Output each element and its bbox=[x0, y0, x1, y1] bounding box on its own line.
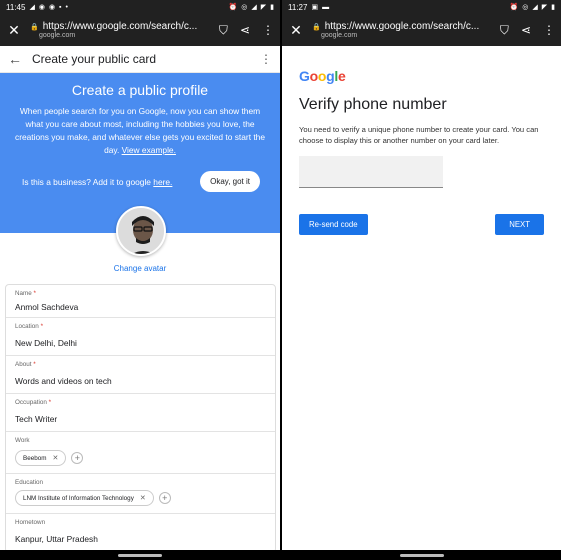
hometown-value: Kanpur, Uttar Pradesh bbox=[15, 534, 98, 544]
resend-code-button[interactable]: Re-send code bbox=[299, 214, 368, 235]
url-text: https://www.google.com/search/c... bbox=[42, 21, 198, 32]
profile-form: Name * Anmol Sachdeva Location * New Del… bbox=[5, 284, 276, 553]
work-field: Work Beebom ✕ + bbox=[6, 432, 275, 474]
remove-icon[interactable]: ✕ bbox=[52, 454, 58, 462]
name-field[interactable]: Name * Anmol Sachdeva bbox=[6, 285, 275, 318]
verify-title: Verify phone number bbox=[299, 96, 447, 113]
more-vert-icon[interactable]: ⋮ bbox=[260, 52, 272, 66]
url-bar[interactable]: 🔒 https://www.google.com/search/c... goo… bbox=[30, 21, 219, 39]
close-icon[interactable]: ✕ bbox=[6, 22, 22, 39]
field-label: Name bbox=[15, 290, 32, 297]
url-host: google.com bbox=[321, 32, 358, 39]
bookmark-icon[interactable]: ⛉ bbox=[219, 23, 228, 38]
status-bar: 11:27 ▣ ▬ ⏰ ◎ ◢ ◤ ▮ bbox=[282, 0, 561, 14]
home-gesture-pill[interactable] bbox=[118, 554, 162, 557]
browser-toolbar: ✕ 🔒 https://www.google.com/search/c... g… bbox=[282, 14, 561, 46]
phone-number-input[interactable] bbox=[299, 156, 443, 188]
status-time: 11:27 bbox=[288, 2, 308, 12]
browser-toolbar: ✕ 🔒 https://www.google.com/search/c... g… bbox=[0, 14, 280, 46]
notification-icon: ▣ bbox=[311, 4, 319, 11]
education-field: Education LNM Institute of Information T… bbox=[6, 474, 275, 514]
eye-icon: ◎ bbox=[241, 4, 248, 11]
about-field[interactable]: About * Words and videos on tech bbox=[6, 356, 275, 394]
occupation-field[interactable]: Occupation * Tech Writer bbox=[6, 394, 275, 432]
field-label: Education bbox=[15, 479, 44, 486]
whatsapp-icon: ◉ bbox=[38, 4, 45, 11]
system-nav-bar bbox=[282, 550, 561, 560]
eye-icon: ◎ bbox=[522, 4, 529, 11]
status-time: 11:45 bbox=[6, 2, 26, 12]
business-here-link[interactable]: here. bbox=[153, 177, 172, 187]
lock-icon: 🔒 bbox=[312, 23, 321, 31]
verify-description: You need to verify a unique phone number… bbox=[299, 125, 539, 145]
required-mark: * bbox=[33, 361, 36, 368]
field-label: Work bbox=[15, 437, 30, 444]
battery-icon: ▮ bbox=[270, 4, 274, 11]
banner-description: When people search for you on Google, no… bbox=[15, 106, 265, 155]
verify-panel: Google Verify phone number You need to v… bbox=[282, 46, 561, 235]
okay-got-it-button[interactable]: Okay, got it bbox=[200, 171, 260, 192]
page-title: Create your public card bbox=[32, 52, 157, 66]
location-value: New Delhi, Delhi bbox=[15, 338, 77, 348]
required-mark: * bbox=[40, 323, 44, 330]
url-text: https://www.google.com/search/c... bbox=[324, 21, 480, 32]
required-mark: * bbox=[48, 399, 52, 406]
url-host: google.com bbox=[39, 32, 76, 39]
field-label: Hometown bbox=[15, 519, 46, 526]
add-icon[interactable]: + bbox=[158, 492, 171, 504]
more-vert-icon[interactable]: ⋮ bbox=[543, 23, 555, 37]
telegram-icon: ◢ bbox=[29, 4, 35, 11]
about-value: Words and videos on tech bbox=[15, 376, 112, 386]
occupation-value: Tech Writer bbox=[15, 414, 58, 424]
app-bar: ← Create your public card ⋮ bbox=[0, 46, 280, 73]
google-logo: Google bbox=[299, 68, 346, 84]
add-icon[interactable]: + bbox=[71, 452, 84, 464]
right-screen: 11:27 ▣ ▬ ⏰ ◎ ◢ ◤ ▮ ✕ 🔒 https://www.goog… bbox=[282, 0, 561, 560]
messenger-icon: ◉ bbox=[48, 4, 56, 11]
alarm-icon: ⏰ bbox=[509, 4, 519, 11]
home-gesture-pill[interactable] bbox=[399, 554, 444, 557]
dot-icon: • bbox=[65, 3, 68, 11]
system-nav-bar bbox=[0, 550, 280, 560]
url-bar[interactable]: 🔒 https://www.google.com/search/c... goo… bbox=[312, 21, 500, 39]
status-bar: 11:45 ◢ ◉ ◉ ▪ • ⏰ ◎ ◢ ◤ ▮ bbox=[0, 0, 280, 14]
bookmark-icon[interactable]: ⛉ bbox=[500, 23, 509, 38]
hometown-field[interactable]: Hometown Kanpur, Uttar Pradesh bbox=[6, 514, 275, 552]
share-icon[interactable]: ⋖ bbox=[240, 23, 250, 37]
field-label: Occupation bbox=[15, 399, 47, 406]
battery-icon: ▮ bbox=[551, 4, 555, 11]
close-icon[interactable]: ✕ bbox=[288, 22, 304, 39]
work-chip[interactable]: Beebom ✕ bbox=[15, 450, 67, 466]
wifi-icon: ◤ bbox=[541, 4, 548, 11]
business-prompt: Is this a business? Add it to google her… bbox=[22, 176, 173, 187]
required-mark: * bbox=[33, 290, 36, 297]
wifi-icon: ◤ bbox=[260, 4, 267, 11]
avatar-photo bbox=[118, 208, 164, 254]
name-value: Anmol Sachdeva bbox=[15, 302, 79, 312]
signal-icon: ◢ bbox=[251, 4, 257, 11]
remove-icon[interactable]: ✕ bbox=[140, 494, 146, 502]
message-icon: ▬ bbox=[322, 3, 330, 11]
change-avatar-link[interactable]: Change avatar bbox=[0, 264, 280, 273]
field-label: Location bbox=[15, 323, 39, 330]
back-arrow-icon[interactable]: ← bbox=[8, 51, 26, 67]
view-example-link[interactable]: View example. bbox=[122, 145, 176, 155]
field-label: About bbox=[15, 361, 32, 368]
more-vert-icon[interactable]: ⋮ bbox=[262, 23, 274, 37]
next-button[interactable]: NEXT bbox=[495, 214, 544, 235]
alarm-icon: ⏰ bbox=[228, 4, 238, 11]
left-screen: 11:45 ◢ ◉ ◉ ▪ • ⏰ ◎ ◢ ◤ ▮ ✕ 🔒 https://ww… bbox=[0, 0, 280, 560]
avatar[interactable] bbox=[116, 206, 166, 256]
education-chip[interactable]: LNM Institute of Information Technology … bbox=[15, 490, 154, 506]
location-field[interactable]: Location * New Delhi, Delhi bbox=[6, 318, 275, 356]
notification-icon: ▪ bbox=[59, 3, 62, 11]
share-icon[interactable]: ⋖ bbox=[521, 23, 531, 37]
lock-icon: 🔒 bbox=[30, 23, 39, 31]
signal-icon: ◢ bbox=[532, 4, 538, 11]
banner-title: Create a public profile bbox=[71, 82, 209, 98]
